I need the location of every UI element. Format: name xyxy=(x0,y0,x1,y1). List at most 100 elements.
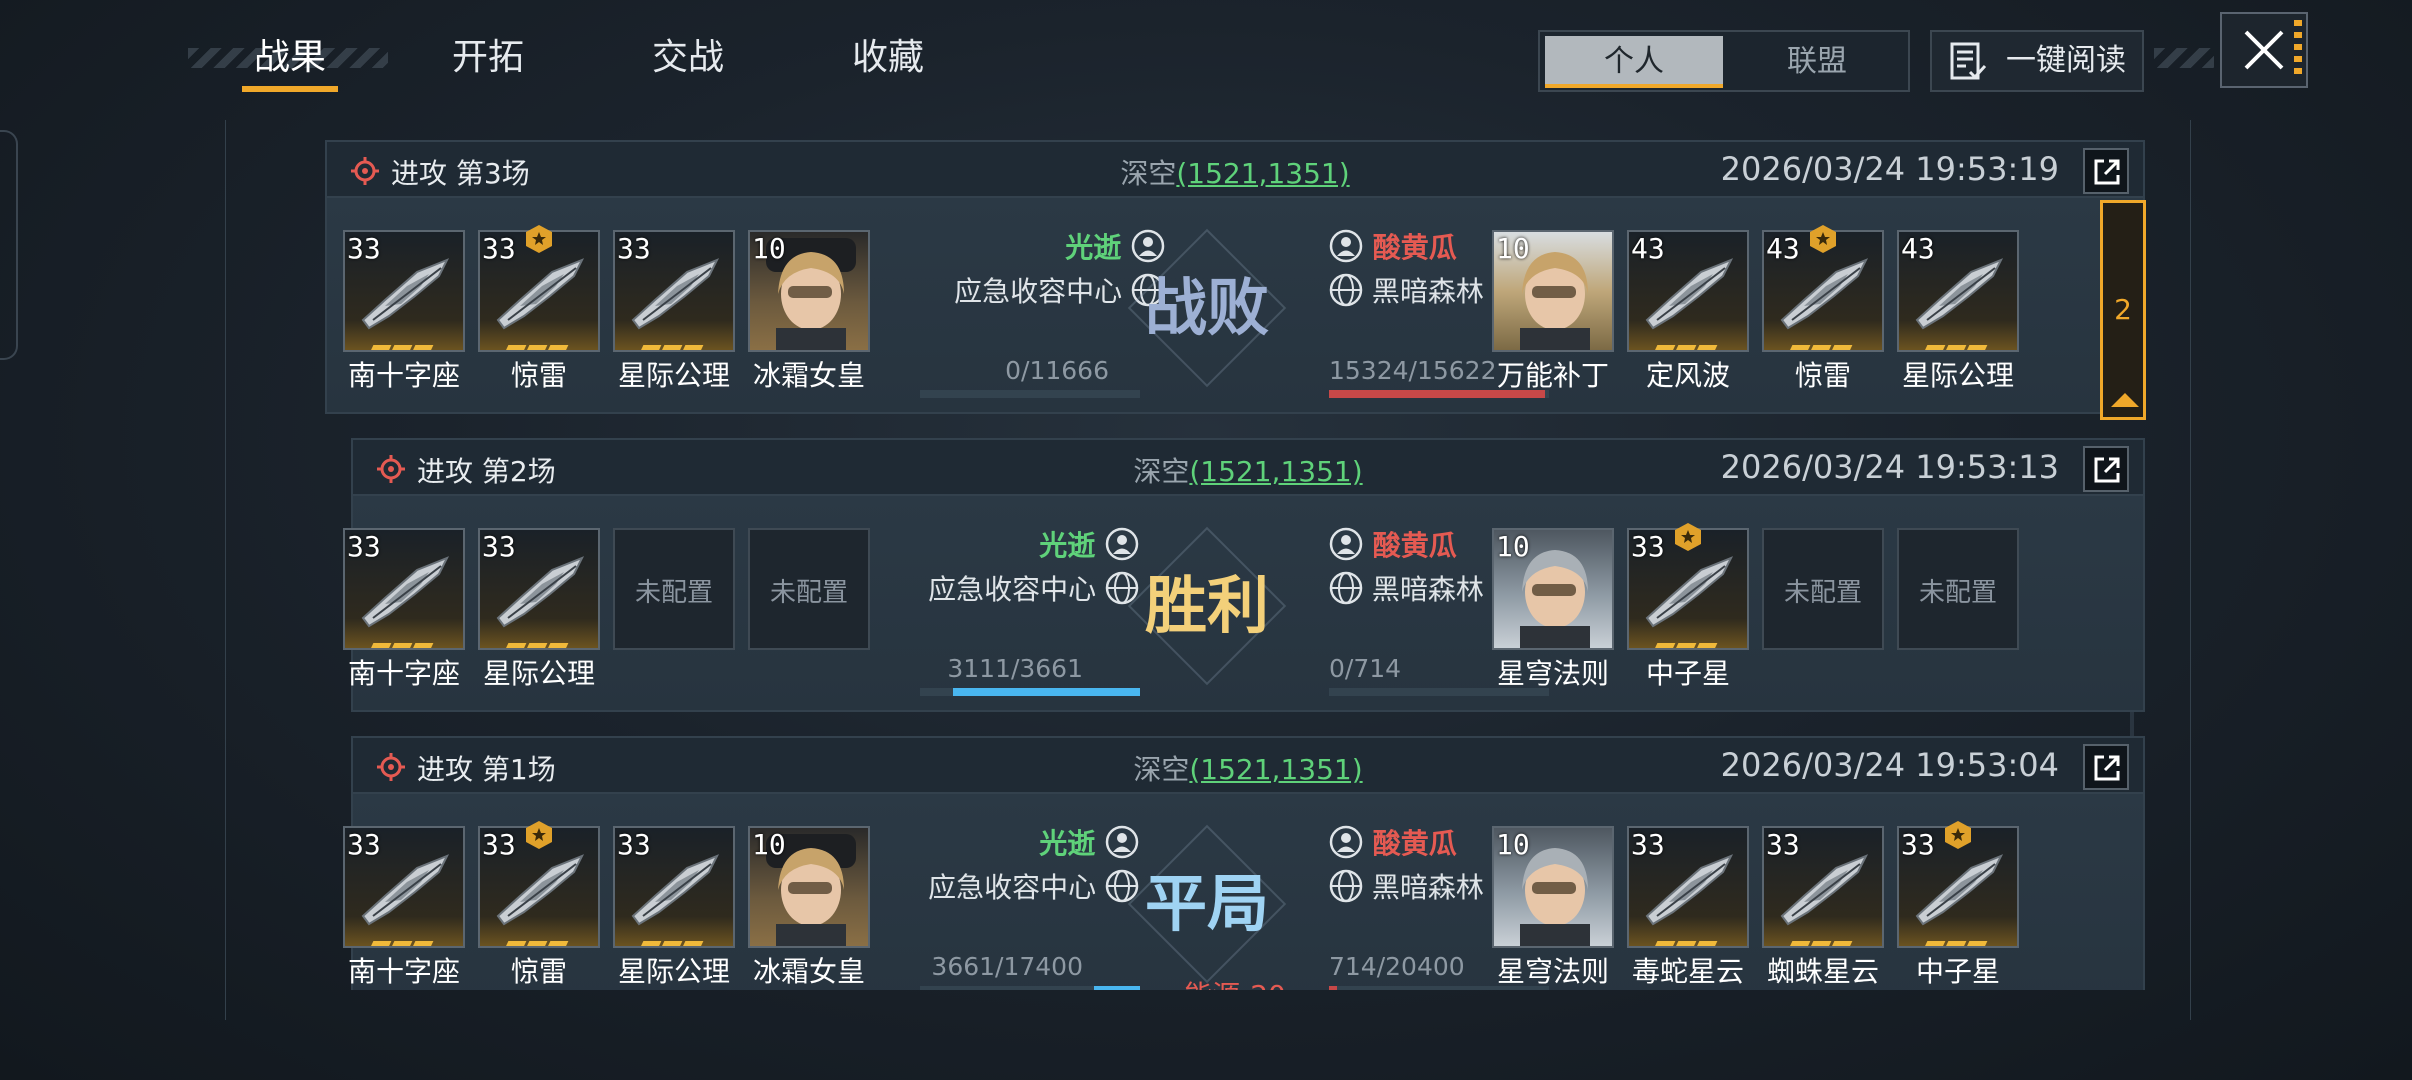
unit-card: 10 xyxy=(1492,230,1614,352)
battle-timestamp: 2026/03/24 19:53:13 xyxy=(1720,448,2059,486)
star-rating xyxy=(369,634,455,648)
battle-timestamp: 2026/03/24 19:53:04 xyxy=(1720,746,2059,784)
scope-personal-button[interactable]: 个人 xyxy=(1545,36,1723,88)
defender-hp-bar xyxy=(1329,688,1549,696)
unit-level: 33 xyxy=(617,232,651,265)
unit-slot[interactable]: 33 星际公理 xyxy=(478,528,600,690)
share-button[interactable] xyxy=(2083,148,2129,194)
captain-badge-icon xyxy=(1810,225,1836,253)
star-rating xyxy=(1653,634,1739,648)
captain-badge-icon xyxy=(526,225,552,253)
unit-name: 星际公理 xyxy=(1901,359,2014,392)
unit-slot[interactable]: 43 惊雷 xyxy=(1762,225,1884,392)
unit-slot[interactable]: 10 星穹法则 xyxy=(1492,528,1614,690)
unit-level: 33 xyxy=(347,232,381,265)
scope-alliance-button[interactable]: 联盟 xyxy=(1728,36,1906,88)
unit-slot[interactable]: 10 冰霜女皇 xyxy=(748,230,870,392)
unit-slot[interactable]: 未配置 xyxy=(748,528,870,650)
tab-favorites[interactable]: 收藏 xyxy=(850,30,926,92)
unit-slot[interactable]: 33 星际公理 xyxy=(613,230,735,392)
star-rating xyxy=(504,634,590,648)
unit-level: 33 xyxy=(1766,828,1800,861)
battle-report-list[interactable]: 进攻 第3场 深空(1521,1351) 2026/03/24 19:53:19 33… xyxy=(325,140,2145,990)
unit-slot[interactable]: 33 惊雷 xyxy=(478,225,600,392)
unit-name: 星际公理 xyxy=(482,657,595,690)
unit-card: 33 xyxy=(478,528,600,650)
unit-level: 43 xyxy=(1766,232,1800,265)
defender-name[interactable]: 酸黄瓜 xyxy=(1329,226,1457,266)
unit-card: 未配置 xyxy=(1762,528,1884,650)
coordinate-link[interactable]: (1521,1351) xyxy=(1189,455,1362,488)
tab-results[interactable]: 战果 xyxy=(242,30,338,92)
unit-card: 10 xyxy=(1492,528,1614,650)
unit-slot[interactable]: 43 定风波 xyxy=(1627,230,1749,392)
user-icon xyxy=(1329,229,1363,263)
user-icon xyxy=(1329,825,1363,859)
unit-slot[interactable]: 33 南十字座 xyxy=(343,826,465,988)
unit-slot[interactable]: 10 万能补丁 xyxy=(1492,230,1614,392)
defender-alliance[interactable]: 黑暗森林 xyxy=(1329,866,1484,906)
battle-report-card[interactable]: 进攻 第3场 深空(1521,1351) 2026/03/24 19:53:19 33… xyxy=(325,140,2145,414)
tab-combat[interactable]: 交战 xyxy=(650,30,726,92)
unit-slot[interactable]: 10 星穹法则 xyxy=(1492,826,1614,988)
share-button[interactable] xyxy=(2083,446,2129,492)
attacker-hp: 0/11666 xyxy=(1005,356,1109,385)
unit-card: 未配置 xyxy=(1897,528,2019,650)
defender-name[interactable]: 酸黄瓜 xyxy=(1329,822,1457,862)
unit-slot[interactable]: 33 南十字座 xyxy=(343,230,465,392)
battle-report-card[interactable]: 进攻 第2场 深空(1521,1351) 2026/03/24 19:53:13 33… xyxy=(343,438,2145,712)
star-rating xyxy=(639,932,725,946)
unit-slot[interactable]: 10 冰霜女皇 xyxy=(748,826,870,988)
star-rating xyxy=(1653,336,1739,350)
unit-slot[interactable]: 33 中子星 xyxy=(1627,523,1749,690)
unit-slot[interactable]: 未配置 xyxy=(1897,528,2019,650)
unit-card: 43 xyxy=(1897,230,2019,352)
location-prefix: 深空 xyxy=(1120,157,1177,190)
unit-slot[interactable]: 33 惊雷 xyxy=(478,821,600,988)
unit-slot[interactable]: 33 南十字座 xyxy=(343,528,465,690)
read-all-button[interactable]: 一键阅读 xyxy=(1930,30,2144,92)
battle-body: 33 南十字座 33 惊雷 33 星际公理 10 冰霜女皇 10 星穹法则 33 毒蛇星云 33 蜘蛛星云… xyxy=(343,794,2145,990)
unit-slot[interactable]: 33 中子星 xyxy=(1897,821,2019,988)
unit-card: 未配置 xyxy=(748,528,870,650)
expand-count-badge[interactable]: 2 xyxy=(2100,200,2146,420)
unit-slot[interactable]: 33 星际公理 xyxy=(613,826,735,988)
unit-level: 33 xyxy=(1631,828,1665,861)
battle-result: 战败 xyxy=(1107,228,1307,388)
close-icon xyxy=(2244,30,2284,70)
decor-line xyxy=(2190,120,2191,1020)
unit-name: 冰霜女皇 xyxy=(752,359,865,392)
unit-slot[interactable]: 未配置 xyxy=(613,528,735,650)
defender-name[interactable]: 酸黄瓜 xyxy=(1329,524,1457,564)
share-button[interactable] xyxy=(2083,744,2129,790)
defender-alliance[interactable]: 黑暗森林 xyxy=(1329,270,1484,310)
left-edge-handle xyxy=(0,130,18,360)
defender-hp: 0/714 xyxy=(1329,654,1402,683)
battle-report-card[interactable]: 进攻 第1场 深空(1521,1351) 2026/03/24 19:53:04 33… xyxy=(343,736,2145,990)
battle-body: 33 南十字座 33 惊雷 33 星际公理 10 冰霜女皇 10 万能补丁 43 定风波 43 惊雷 43 星… xyxy=(325,198,2145,414)
unit-slot[interactable]: 43 星际公理 xyxy=(1897,230,2019,392)
share-icon xyxy=(2094,457,2120,483)
defender-hp: 15324/15622 xyxy=(1329,356,1497,385)
star-rating xyxy=(1923,336,2009,350)
star-rating xyxy=(639,336,725,350)
unit-slot[interactable]: 33 毒蛇星云 xyxy=(1627,826,1749,988)
unit-card: 33 xyxy=(343,230,465,352)
unit-level: 33 xyxy=(1631,530,1665,563)
attacker-hp-bar xyxy=(920,390,1140,398)
unit-slot[interactable]: 未配置 xyxy=(1762,528,1884,650)
coordinate-link[interactable]: (1521,1351) xyxy=(1176,157,1349,190)
tab-explore[interactable]: 开拓 xyxy=(450,30,526,92)
unit-card: 43 xyxy=(1627,230,1749,352)
battle-result: 平局 xyxy=(1107,824,1307,984)
unit-level: 33 xyxy=(482,530,516,563)
unit-slot[interactable]: 33 蜘蛛星云 xyxy=(1762,826,1884,988)
unit-level: 33 xyxy=(347,530,381,563)
star-rating xyxy=(1788,336,1874,350)
share-icon xyxy=(2094,159,2120,185)
coordinate-link[interactable]: (1521,1351) xyxy=(1189,753,1362,786)
defender-alliance[interactable]: 黑暗森林 xyxy=(1329,568,1484,608)
battle-header: 进攻 第2场 深空(1521,1351) 2026/03/24 19:53:13 xyxy=(351,438,2145,496)
unit-card: 未配置 xyxy=(613,528,735,650)
close-button[interactable] xyxy=(2220,12,2308,88)
